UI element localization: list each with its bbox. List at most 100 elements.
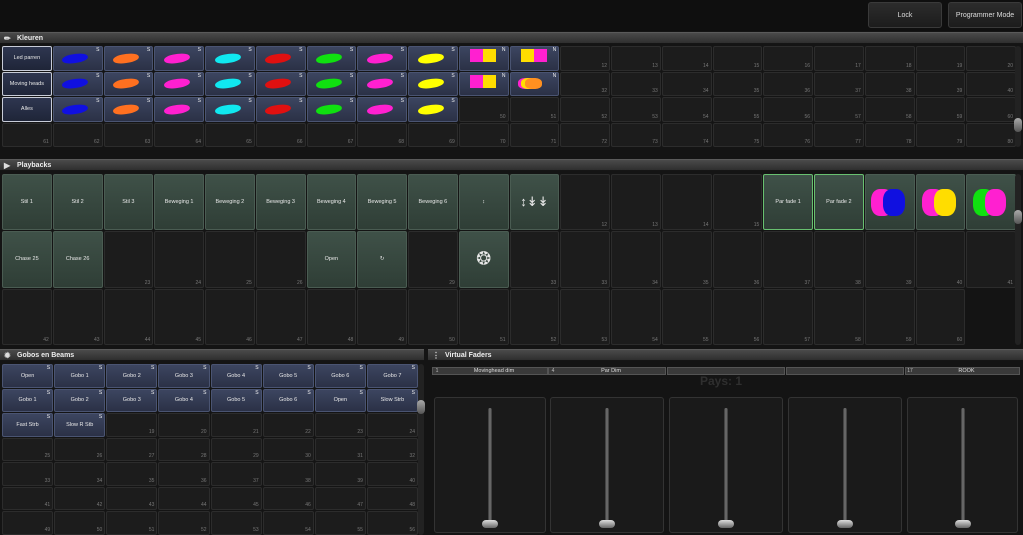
gobo-button[interactable]: Open S <box>314 388 366 413</box>
fader-knob[interactable] <box>718 520 734 528</box>
color-row-label[interactable]: Led parren <box>2 46 52 71</box>
empty-cell[interactable]: 52 <box>158 511 210 535</box>
gobo-button[interactable]: Gobo 7 S <box>366 364 418 388</box>
color-preset-button[interactable]: S <box>306 46 357 71</box>
color-preset-button[interactable]: S <box>357 46 407 71</box>
gobo-button[interactable]: Gobo 6 S <box>262 388 314 413</box>
color-preset-button[interactable]: S <box>205 46 255 71</box>
empty-cell[interactable]: 38 <box>814 231 864 288</box>
empty-cell[interactable]: 45 <box>210 486 262 511</box>
empty-cell[interactable]: 75 <box>712 122 763 147</box>
empty-cell[interactable]: 32 <box>366 437 418 462</box>
empty-cell[interactable]: 56 <box>763 97 813 122</box>
empty-cell[interactable]: 46 <box>205 288 255 345</box>
color-preset-button[interactable]: S <box>408 46 458 71</box>
empty-cell[interactable]: 65 <box>205 122 255 147</box>
empty-cell[interactable]: 74 <box>661 122 712 147</box>
empty-cell[interactable]: 24 <box>366 413 418 437</box>
empty-cell[interactable]: 61 <box>2 122 52 147</box>
fader-track[interactable] <box>724 408 728 522</box>
empty-cell[interactable]: 72 <box>560 122 610 147</box>
color-preset-button[interactable]: S <box>205 71 255 96</box>
empty-cell[interactable]: 32 <box>560 71 610 96</box>
empty-cell[interactable]: 59 <box>864 288 915 345</box>
virtual-fader[interactable] <box>434 397 546 533</box>
virtual-fader[interactable] <box>907 397 1018 533</box>
empty-cell[interactable]: 77 <box>814 122 864 147</box>
empty-cell[interactable]: 31 <box>314 437 366 462</box>
empty-cell[interactable]: 55 <box>661 288 712 345</box>
playback-button[interactable]: ↻ <box>357 231 407 288</box>
empty-cell[interactable]: 55 <box>712 97 763 122</box>
empty-cell[interactable]: 79 <box>915 122 966 147</box>
empty-cell[interactable]: 27 <box>106 437 158 462</box>
empty-cell[interactable]: 12 <box>560 46 610 71</box>
playback-button[interactable]: Stil 2 <box>52 174 103 231</box>
gobo-button[interactable]: Gobo 3 S <box>106 388 158 413</box>
color-playback-button[interactable] <box>864 174 915 231</box>
gobo-button[interactable]: Open S <box>2 364 54 388</box>
playback-button[interactable]: ↕↡↡ <box>509 174 560 231</box>
empty-cell[interactable]: 22 <box>262 413 314 437</box>
empty-cell[interactable]: 26 <box>54 437 106 462</box>
empty-cell[interactable]: 39 <box>314 462 366 486</box>
virtual-fader[interactable] <box>550 397 664 533</box>
empty-cell[interactable]: 20 <box>966 46 1016 71</box>
empty-cell[interactable]: 37 <box>763 231 813 288</box>
empty-cell[interactable]: 64 <box>154 122 204 147</box>
virtual-fader[interactable] <box>669 397 783 533</box>
empty-cell[interactable]: 51 <box>458 288 509 345</box>
empty-cell[interactable]: 41 <box>966 231 1016 288</box>
empty-cell[interactable]: 71 <box>509 122 560 147</box>
empty-cell[interactable]: 76 <box>763 122 813 147</box>
fader-track[interactable] <box>960 408 965 522</box>
empty-cell[interactable]: 51 <box>106 511 158 535</box>
color-preset-button[interactable]: S <box>103 71 154 96</box>
empty-cell[interactable]: 62 <box>52 122 103 147</box>
empty-cell[interactable]: 19 <box>106 413 158 437</box>
empty-cell[interactable]: 53 <box>611 97 661 122</box>
playback-button[interactable]: ❂ <box>458 231 509 288</box>
color-row-label[interactable]: Alles <box>2 97 52 122</box>
gobo-button[interactable]: Gobo 1 S <box>2 388 54 413</box>
color-preset-button[interactable]: S <box>408 97 458 122</box>
empty-cell[interactable]: 38 <box>262 462 314 486</box>
empty-cell[interactable]: 35 <box>712 71 763 96</box>
empty-cell[interactable]: 45 <box>154 288 204 345</box>
fader-track[interactable] <box>605 408 609 522</box>
color-preset-button[interactable]: S <box>103 46 154 71</box>
empty-cell[interactable]: 21 <box>210 413 262 437</box>
empty-cell[interactable]: 48 <box>366 486 418 511</box>
empty-cell[interactable]: 29 <box>210 437 262 462</box>
empty-cell[interactable]: 46 <box>262 486 314 511</box>
empty-cell[interactable]: 13 <box>611 46 661 71</box>
playback-button[interactable]: Beweging 3 <box>255 174 306 231</box>
empty-cell[interactable]: 26 <box>255 231 306 288</box>
empty-cell[interactable]: 40 <box>366 462 418 486</box>
color-preset-button[interactable]: S <box>205 97 255 122</box>
fader-knob[interactable] <box>954 520 971 528</box>
empty-cell[interactable]: 60 <box>966 97 1016 122</box>
empty-cell[interactable]: 43 <box>106 486 158 511</box>
color-preset-button[interactable]: S <box>255 46 306 71</box>
fader-track[interactable] <box>843 408 847 522</box>
empty-cell[interactable]: 36 <box>712 231 763 288</box>
empty-cell[interactable]: 14 <box>661 174 712 231</box>
empty-cell[interactable]: 18 <box>864 46 915 71</box>
empty-cell[interactable]: 56 <box>366 511 418 535</box>
color-effect-button[interactable]: N <box>509 46 560 71</box>
empty-cell[interactable]: 63 <box>103 122 154 147</box>
playback-button[interactable]: ↕ <box>458 174 509 231</box>
gobo-button[interactable]: Gobo 2 S <box>106 364 158 388</box>
empty-cell[interactable]: 17 <box>814 46 864 71</box>
playback-button[interactable]: Beweging 1 <box>154 174 204 231</box>
empty-cell[interactable]: 67 <box>306 122 357 147</box>
color-preset-button[interactable]: S <box>357 71 407 96</box>
gobo-button[interactable]: Gobo 4 S <box>210 364 262 388</box>
empty-cell[interactable]: 57 <box>763 288 813 345</box>
empty-cell[interactable]: 53 <box>560 288 610 345</box>
empty-cell[interactable]: 41 <box>2 486 54 511</box>
color-preset-button[interactable]: S <box>306 71 357 96</box>
empty-cell[interactable]: 58 <box>814 288 864 345</box>
playback-button[interactable]: Beweging 5 <box>357 174 407 231</box>
